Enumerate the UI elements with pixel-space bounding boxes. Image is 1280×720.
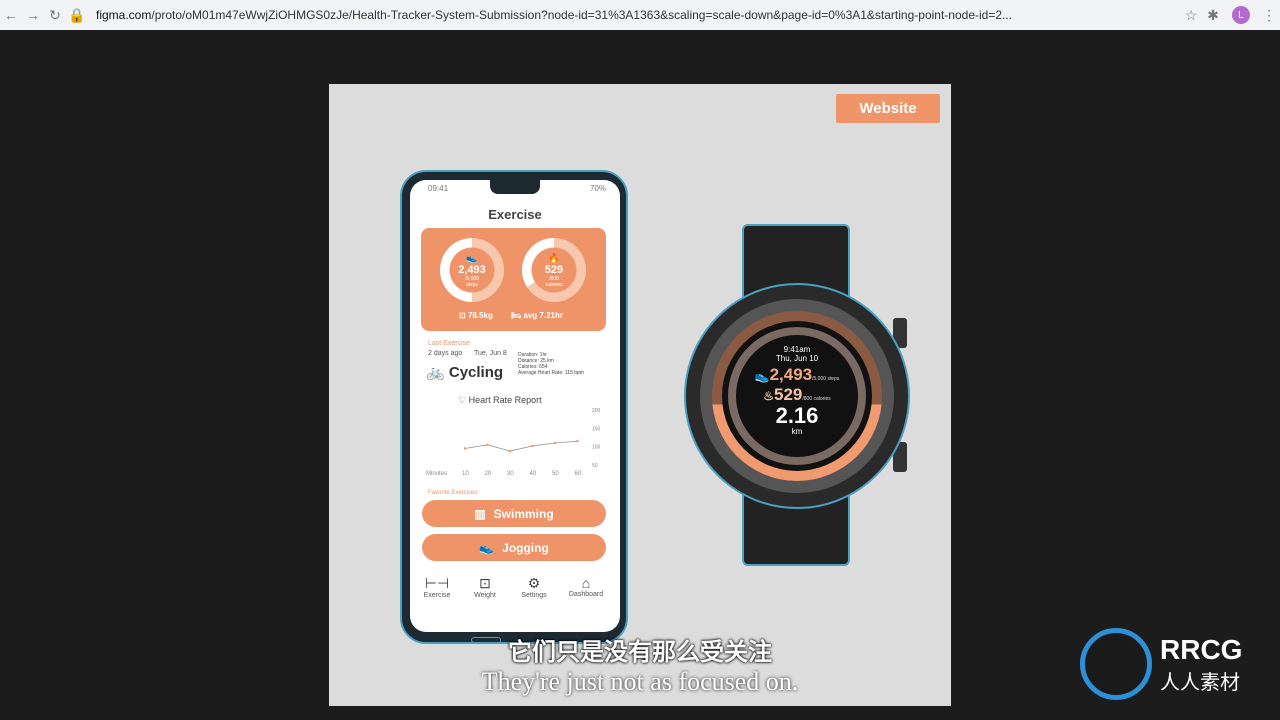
watch-screen: 9:41am Thu, Jun 10 👟2,493/5,000 steps ♨5… xyxy=(736,335,858,457)
dumbbell-icon: ⊢⊣ xyxy=(424,575,450,591)
home-icon: ⌂ xyxy=(581,575,591,591)
shoe-icon: 👟 xyxy=(479,540,495,555)
heart-icon: ♡ xyxy=(458,395,467,405)
swimming-button[interactable]: ▥ Swimming xyxy=(422,500,606,527)
watch-distance: 2.16 xyxy=(775,403,819,428)
weight-stat: ⊡ 78.5kg xyxy=(459,311,493,320)
x-tick-label: 20 xyxy=(485,471,492,477)
x-tick-label: 60 xyxy=(575,471,582,477)
last-exercise-ago: 2 days ago xyxy=(428,350,463,357)
flame-icon: ♨ xyxy=(763,389,775,403)
watch-time: 9:41am xyxy=(783,345,811,354)
address-bar[interactable]: figma.com/proto/oM01m47eWwjZiOHMGS0zJe/H… xyxy=(96,8,1180,22)
exercise-stats: Duration: 1hr Distance: 25 km Calories: … xyxy=(518,352,584,376)
lock-icon: 🔒 xyxy=(68,6,86,23)
scale-icon: ⊡ xyxy=(459,311,468,320)
status-battery: 70% xyxy=(589,184,606,193)
bicycle-icon: 🚲 xyxy=(426,364,445,381)
extensions-icon[interactable]: ✱ xyxy=(1202,7,1224,24)
star-icon[interactable]: ☆ xyxy=(1180,7,1202,24)
nav-exercise[interactable]: ⊢⊣ Exercise xyxy=(411,575,463,599)
watch-steps: 👟2,493/5,000 steps xyxy=(754,365,840,384)
jogging-button[interactable]: 👟 Jogging xyxy=(422,534,606,561)
x-tick-label: 30 xyxy=(507,471,514,477)
heart-rate-point xyxy=(553,441,557,445)
calories-ring: 🔥 529 /800 calories xyxy=(522,238,586,302)
steps-icon: 👟 xyxy=(466,252,478,263)
flame-icon: 🔥 xyxy=(548,252,560,263)
forward-icon[interactable]: → xyxy=(22,7,44,23)
bed-icon: 🛏 xyxy=(511,311,524,320)
gear-icon: ⚙ xyxy=(527,575,541,591)
sleep-stat: 🛏 avg 7.21hr xyxy=(511,311,563,320)
heart-rate-point xyxy=(531,444,534,448)
scale-icon: ⊡ xyxy=(479,575,491,591)
reload-icon[interactable]: ↻ xyxy=(44,7,66,24)
y-tick-label: 150 xyxy=(592,426,601,432)
logo-emblem xyxy=(1080,628,1152,700)
status-time: 09:41 xyxy=(428,184,449,193)
steps-ring: 👟 2,493 /5,000 steps xyxy=(440,238,504,302)
watch-distance-unit: km xyxy=(791,427,803,436)
last-exercise-date: Tue, Jun 8 xyxy=(474,350,507,357)
last-exercise-label: Last Exercise xyxy=(428,340,471,347)
browser-toolbar: ← → ↻ 🔒 figma.com/proto/oM01m47eWwjZiOHM… xyxy=(0,0,1280,30)
summary-card: 👟 2,493 /5,000 steps 🔥 529 /800 calories… xyxy=(421,228,606,331)
shoe-icon: 👟 xyxy=(754,369,770,383)
heart-rate-chart: 200 150 100 50 10 20 30 40 50 60 Minutes xyxy=(426,408,601,477)
x-tick-label: 40 xyxy=(530,471,537,477)
menu-icon[interactable]: ⋮ xyxy=(1258,7,1280,24)
x-tick-label: 10 xyxy=(462,471,469,477)
favorites-label: Favorite Exercises xyxy=(428,490,478,496)
y-tick-label: 200 xyxy=(592,408,601,414)
back-icon[interactable]: ← xyxy=(0,7,22,23)
heart-rate-point xyxy=(463,447,467,450)
heart-rate-point xyxy=(576,439,579,443)
heart-rate-point xyxy=(486,443,489,447)
y-tick-label: 50 xyxy=(592,463,598,469)
phone-screen: 09:41 70% Exercise 👟 2,493 /5,000 steps … xyxy=(410,180,620,632)
phone-notch xyxy=(490,180,540,194)
heart-rate-point xyxy=(508,449,512,453)
website-button[interactable]: Website xyxy=(836,94,940,123)
rrcg-logo: RRCG 人人素材 xyxy=(1080,628,1242,700)
watch-date: Thu, Jun 10 xyxy=(775,354,819,363)
nav-settings[interactable]: ⚙ Settings xyxy=(508,575,560,599)
watch-calories: ♨529/800 calories xyxy=(763,385,831,404)
heart-rate-line xyxy=(464,440,578,452)
avatar[interactable]: L xyxy=(1232,6,1250,24)
pool-icon: ▥ xyxy=(474,506,486,521)
page-title: Exercise xyxy=(488,207,542,222)
exercise-name: 🚲 Cycling xyxy=(426,364,504,381)
nav-weight[interactable]: ⊡ Weight xyxy=(459,575,511,599)
x-tick-label: 50 xyxy=(552,471,559,477)
y-tick-label: 100 xyxy=(592,445,601,451)
x-axis-label: Minutes xyxy=(426,471,447,477)
nav-dashboard[interactable]: ⌂ Dashboard xyxy=(560,575,612,598)
